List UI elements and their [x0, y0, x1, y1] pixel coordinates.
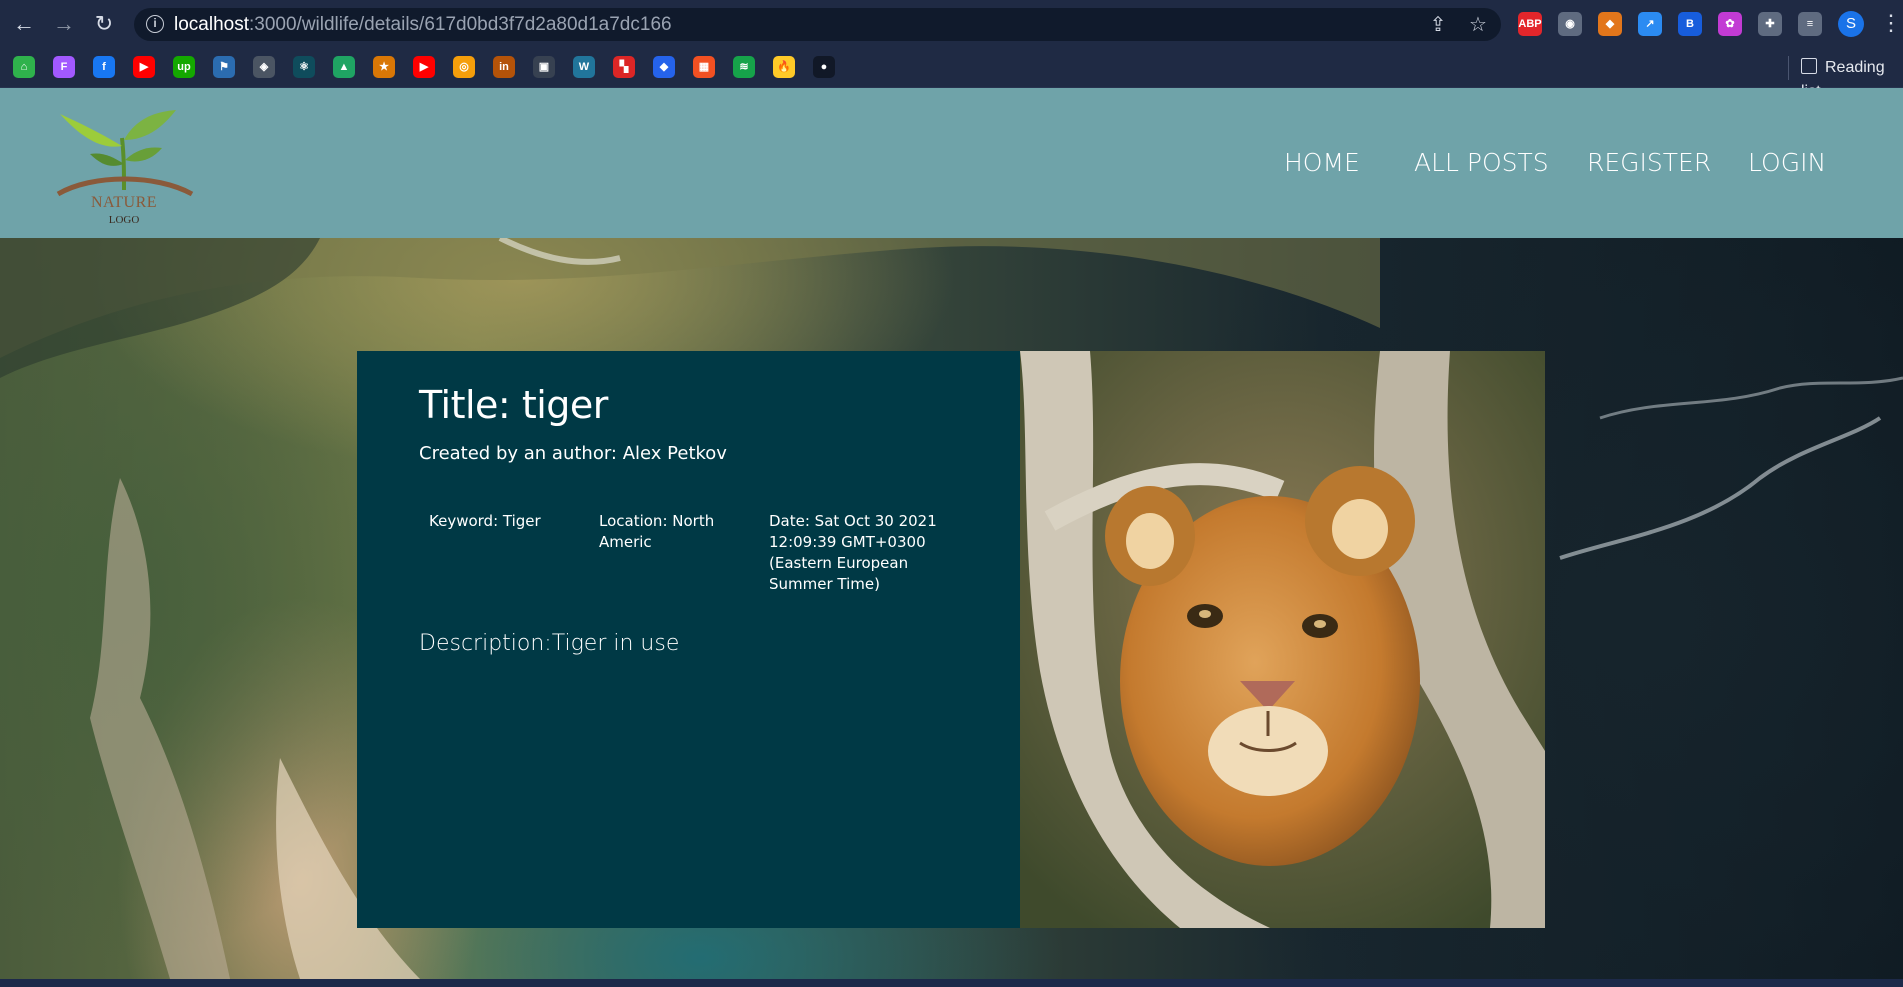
arrow-extension-icon[interactable]: ↗	[1638, 12, 1662, 36]
nav-login-link[interactable]: LOGIN	[1748, 148, 1826, 177]
star-bookmark-icon[interactable]: ★	[373, 56, 395, 78]
lion-cub-image	[1020, 351, 1545, 928]
forward-arrow-icon[interactable]: →	[52, 12, 76, 36]
post-date: Date: Sat Oct 30 2021 12:09:39 GMT+0300 …	[769, 512, 937, 593]
metamask-icon[interactable]: ◆	[1598, 12, 1622, 36]
cube-icon[interactable]: ◈	[253, 56, 275, 78]
bookmarks-bar: ⌂ Ff ▶ up ⚑ ◈ ⚛ ▲ ★ ▶ ◎ in ▣ W ▚ ◆ ▦ ≋ 🔥 ● Reading list	[0, 48, 1903, 100]
firebase-icon[interactable]: 🔥	[773, 56, 795, 78]
post-image	[1020, 351, 1545, 928]
adblock-plus-icon[interactable]: ABP	[1518, 12, 1542, 36]
address-bar[interactable]: i localhost:3000/wildlife/details/617d0b…	[134, 8, 1501, 41]
nav-register-link[interactable]: REGISTER	[1587, 148, 1711, 177]
share-icon[interactable]: ⇪	[1426, 13, 1450, 37]
site-header: NATURE LOGO HOME ALL POSTS REGISTER LOGI…	[0, 88, 1903, 238]
post-location: Location: North Americ	[599, 512, 715, 551]
url-text[interactable]: localhost:3000/wildlife/details/617d0bd3…	[174, 14, 672, 36]
reading-list-button[interactable]: Reading list	[1788, 56, 1903, 100]
youtube-icon[interactable]: ▶	[133, 56, 155, 78]
invision-icon[interactable]: in	[493, 56, 515, 78]
back-arrow-icon[interactable]: ←	[12, 12, 36, 36]
plant-logo-icon	[56, 110, 194, 197]
post-author: Created by an author: Alex Petkov	[419, 443, 727, 464]
media-queue-icon[interactable]: ≡	[1798, 12, 1822, 36]
nav-all-posts-link[interactable]: ALL POSTS	[1414, 148, 1549, 177]
wordpress-icon[interactable]: W	[573, 56, 595, 78]
image-icon[interactable]: ▣	[533, 56, 555, 78]
browser-menu-icon[interactable]: ⋮	[1880, 10, 1902, 36]
react-icon[interactable]: ⚛	[293, 56, 315, 78]
reading-list-icon	[1801, 58, 1817, 74]
facebook-icon[interactable]: f	[93, 56, 115, 78]
post-title: Title: tiger	[419, 383, 608, 427]
layers-icon[interactable]: ≋	[733, 56, 755, 78]
profile-avatar[interactable]: S	[1838, 11, 1864, 37]
post-details-card: Title: tiger Created by an author: Alex …	[357, 351, 1020, 928]
camera-icon[interactable]: ◉	[1558, 12, 1582, 36]
bookmark-star-icon[interactable]: ☆	[1466, 13, 1490, 37]
color-wheel-icon[interactable]: ✿	[1718, 12, 1742, 36]
puzzle-icon[interactable]: ✚	[1758, 12, 1782, 36]
upwork-icon[interactable]: up	[173, 56, 195, 78]
diamond-icon[interactable]: ◆	[653, 56, 675, 78]
home-bookmark-icon[interactable]: ⌂	[13, 56, 35, 78]
blocks-icon[interactable]: ▚	[613, 56, 635, 78]
figma-icon[interactable]: F	[53, 56, 75, 78]
youtube-icon[interactable]: ▶	[413, 56, 435, 78]
nature-logo[interactable]: NATURE LOGO	[52, 94, 196, 226]
site-info-icon[interactable]: i	[146, 15, 164, 33]
google-drive-icon[interactable]: ▲	[333, 56, 355, 78]
post-keyword: Keyword: Tiger	[429, 512, 541, 530]
bitwarden-icon[interactable]: B	[1678, 12, 1702, 36]
box-icon[interactable]: ◎	[453, 56, 475, 78]
page-bottom-strip	[0, 979, 1903, 987]
post-description: Description:Tiger in use	[419, 631, 680, 656]
microsoft-icon[interactable]: ▦	[693, 56, 715, 78]
nav-home-link[interactable]: HOME	[1284, 148, 1360, 177]
github-icon[interactable]: ●	[813, 56, 835, 78]
flag-icon[interactable]: ⚑	[213, 56, 235, 78]
reload-icon[interactable]: ↻	[92, 12, 116, 36]
browser-toolbar: ← → ↻ i localhost:3000/wildlife/details/…	[0, 0, 1903, 48]
